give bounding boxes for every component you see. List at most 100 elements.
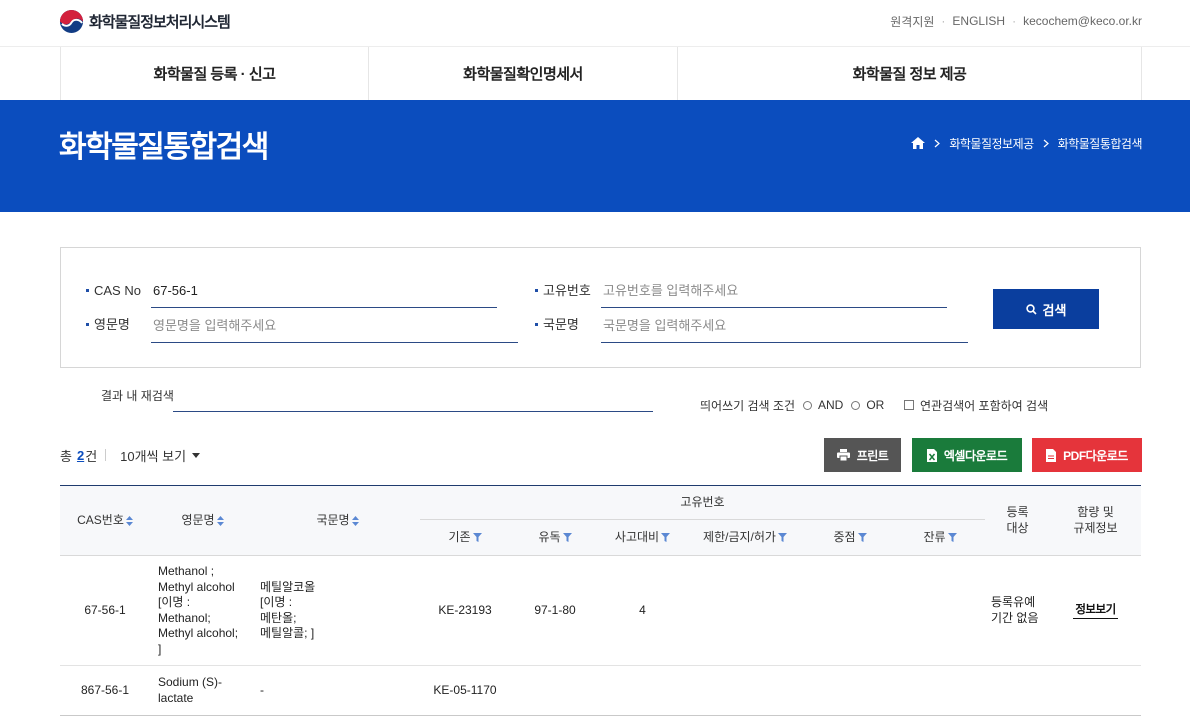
pdf-button-label: PDF다운로드 — [1063, 448, 1128, 463]
and-radio[interactable] — [803, 400, 812, 410]
column-header-label: CAS번호 — [77, 512, 124, 527]
print-button[interactable]: 프린트 — [824, 438, 901, 472]
sort-icon[interactable] — [216, 515, 224, 526]
refine-search-input[interactable] — [173, 387, 653, 412]
nav-item-confirmation-statement[interactable]: 화학물질확인명세서 — [368, 47, 677, 100]
column-header-label: 국문명 — [316, 512, 350, 527]
regulation-info-cell: 정보보기 — [1050, 555, 1142, 666]
accident-prep-number-cell — [600, 665, 685, 716]
english-name-input[interactable] — [151, 312, 518, 343]
filter-icon[interactable] — [947, 533, 957, 542]
related-search-label[interactable]: 연관검색어 포함하여 검색 — [920, 397, 1048, 414]
table-row: 867-56-1 Sodium (S)- lactate - KE-05-1170 — [60, 665, 1142, 716]
cell-text-line: 기간 없음 — [991, 610, 1039, 625]
pdf-download-button[interactable]: PDF다운로드 — [1032, 438, 1142, 472]
pdf-icon — [1046, 448, 1057, 462]
sort-icon[interactable] — [351, 515, 359, 526]
refine-search-label: 결과 내 재검색 — [101, 389, 174, 403]
utility-links: 원격지원 ENGLISH kecochem@keco.or.kr — [890, 13, 1142, 29]
nav-item-registration[interactable]: 화학물질 등록 · 신고 — [60, 47, 368, 100]
column-header-cas[interactable]: CAS번호 — [60, 485, 150, 556]
filter-icon[interactable] — [661, 533, 671, 542]
cell-text-line: Methanol; — [158, 610, 211, 625]
column-header-accident-prep[interactable]: 사고대비 — [600, 519, 685, 556]
cell-text-line: ] — [158, 641, 162, 656]
search-form: CAS No 고유번호 영문명 국문명 검색 — [60, 247, 1141, 368]
space-condition-group: 띄어쓰기 검색 조건 AND OR — [700, 397, 884, 413]
or-radio[interactable] — [851, 400, 861, 410]
column-header-residual[interactable]: 잔류 — [895, 519, 986, 556]
separator — [1005, 14, 1023, 28]
government-emblem-icon — [59, 9, 84, 34]
english-name-cell: Methanol ; Methyl alcohol [이명 : Methanol; Me… — [150, 555, 255, 666]
cas-number-cell: 867-56-1 — [60, 665, 150, 716]
korean-name-input[interactable] — [601, 312, 968, 343]
cell-text-line: Sodium (S)- — [158, 675, 223, 689]
column-header-korean-name[interactable]: 국문명 — [255, 485, 420, 556]
filter-icon[interactable] — [777, 533, 787, 542]
cell-text-line: Methanol ; — [158, 564, 215, 578]
priority-number-cell — [805, 555, 895, 666]
caret-down-icon[interactable] — [192, 452, 201, 458]
cell-text-line: 메틸알콜; ] — [260, 626, 315, 640]
column-header-label: 사고대비 — [614, 529, 660, 544]
column-header-english-name[interactable]: 영문명 — [150, 485, 255, 556]
column-header-label: 기존 — [448, 529, 471, 544]
breadcrumb: 화학물질정보제공 화학물질통합검색 — [911, 135, 1143, 152]
unique-number-label: 고유번호 — [535, 283, 591, 299]
chevron-right-icon — [1043, 139, 1049, 148]
results-table: CAS번호 영문명 국문명 고유번호 등록 대상 함량 및 규제정보 기존 유독… — [60, 485, 1142, 716]
print-button-label: 프린트 — [856, 448, 889, 463]
english-link[interactable]: ENGLISH — [952, 14, 1005, 28]
page-title: 화학물질통합검색 — [59, 131, 269, 164]
column-header-existing[interactable]: 기존 — [420, 519, 510, 556]
breadcrumb-item-info-service[interactable]: 화학물질정보제공 — [949, 135, 1034, 152]
and-radio-label[interactable]: AND — [818, 398, 843, 412]
cas-input[interactable] — [151, 277, 497, 308]
cell-text: 67-56-1 — [84, 602, 126, 617]
column-header-regulation-info: 함량 및 규제정보 — [1050, 485, 1142, 556]
column-header-label: 중점 — [833, 529, 856, 544]
filter-icon[interactable] — [562, 533, 572, 542]
cell-text-line: [이명 : — [260, 595, 293, 609]
unique-number-input[interactable] — [601, 277, 947, 308]
column-header-toxic[interactable]: 유독 — [510, 519, 600, 556]
filter-icon[interactable] — [472, 533, 482, 542]
page-size-select[interactable]: 10개씩 보기 — [120, 446, 186, 465]
cell-text-line: Methyl alcohol — [158, 579, 235, 594]
cell-text-line: 메탄올; — [260, 610, 297, 625]
residual-number-cell — [895, 665, 986, 716]
column-header-restricted[interactable]: 제한/금지/허가 — [685, 519, 805, 556]
cell-text: 97-1-80 — [534, 602, 576, 617]
column-header-label: 유독 — [538, 529, 561, 544]
excel-download-button[interactable]: 엑셀다운로드 — [912, 438, 1022, 472]
toxic-number-cell: 97-1-80 — [510, 555, 600, 666]
search-button-label: 검색 — [1042, 302, 1067, 318]
filter-icon[interactable] — [857, 533, 867, 542]
breadcrumb-item-current: 화학물질통합검색 — [1057, 136, 1143, 151]
existing-number-cell: KE-05-1170 — [420, 665, 510, 716]
related-search-option: 연관검색어 포함하여 검색 — [904, 397, 1048, 413]
home-icon[interactable] — [911, 137, 926, 149]
priority-number-cell — [805, 665, 895, 716]
view-info-link[interactable]: 정보보기 — [1073, 603, 1118, 619]
sort-icon[interactable] — [125, 515, 133, 526]
nav-item-info-service[interactable]: 화학물질 정보 제공 — [677, 47, 1142, 100]
english-name-cell: Sodium (S)- lactate — [150, 665, 255, 716]
korean-name-cell: - — [255, 665, 420, 716]
or-radio-label[interactable]: OR — [866, 398, 884, 412]
registration-target-cell — [985, 665, 1051, 716]
search-button[interactable]: 검색 — [993, 289, 1099, 329]
related-search-checkbox[interactable] — [904, 400, 914, 410]
site-logo[interactable]: 화학물질정보처리시스템 — [59, 8, 231, 34]
cell-text-line: 등록유예 — [991, 595, 1036, 609]
remote-support-link[interactable]: 원격지원 — [890, 13, 934, 30]
contact-email-link[interactable]: kecochem@keco.or.kr — [1023, 14, 1142, 28]
excel-icon — [926, 448, 937, 462]
cell-text-line: lactate — [158, 690, 194, 705]
column-header-priority[interactable]: 중점 — [805, 519, 895, 556]
restricted-number-cell — [685, 555, 805, 666]
chevron-right-icon — [934, 139, 941, 148]
column-header-label: 함량 및 — [1077, 505, 1114, 519]
cell-text-line: Methyl alcohol; — [158, 626, 239, 640]
